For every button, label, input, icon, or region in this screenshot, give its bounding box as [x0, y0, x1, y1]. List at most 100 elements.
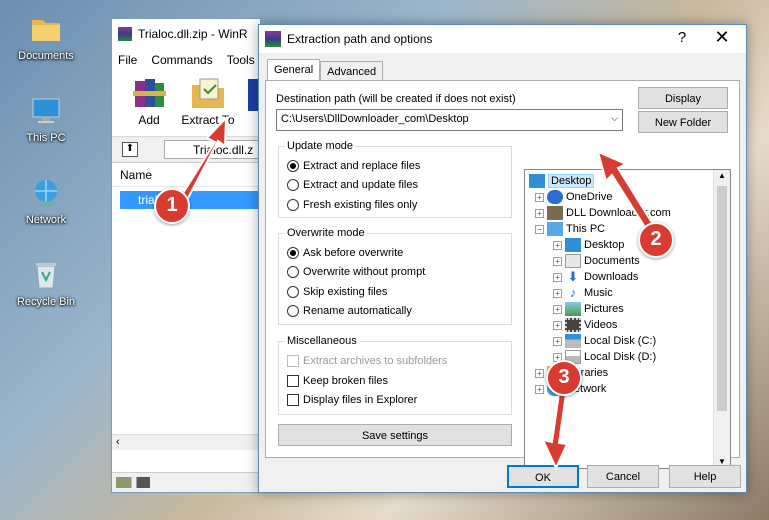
- up-folder-icon[interactable]: ⬆: [122, 142, 138, 157]
- expand-icon[interactable]: +: [535, 208, 544, 218]
- desktop-icon-label: Documents: [18, 50, 74, 62]
- close-icon[interactable]: ✕: [712, 27, 732, 48]
- tree-item-this-pc[interactable]: − This PC: [535, 222, 605, 236]
- desktop-icon-documents[interactable]: Documents: [6, 12, 86, 62]
- radio-extract-replace[interactable]: Extract and replace files: [287, 160, 420, 172]
- add-button[interactable]: Add: [124, 75, 174, 127]
- help-question-icon[interactable]: ?: [672, 29, 692, 46]
- scroll-thumb[interactable]: [717, 186, 727, 411]
- computer-icon: [547, 222, 563, 236]
- new-folder-button[interactable]: New Folder: [638, 111, 728, 133]
- radio-fresh-existing[interactable]: Fresh existing files only: [287, 199, 417, 211]
- desktop-icon-label: This PC: [26, 132, 66, 144]
- tree-item-music[interactable]: + ♪ Music: [553, 286, 613, 300]
- dialog-titlebar[interactable]: Extraction path and options ? ✕: [259, 25, 746, 53]
- winrar-statusbar: [112, 472, 260, 492]
- tree-scrollbar[interactable]: ▲ ▼: [713, 170, 730, 468]
- expand-icon[interactable]: +: [553, 256, 562, 266]
- expand-icon[interactable]: +: [553, 304, 562, 314]
- radio-button[interactable]: [287, 266, 299, 278]
- tree-item-onedrive[interactable]: + OneDrive: [535, 190, 612, 204]
- destination-path-input[interactable]: C:\Users\DllDownloader_com\Desktop ⌵: [276, 109, 623, 131]
- help-button[interactable]: Help: [669, 465, 741, 488]
- radio-rename-auto[interactable]: Rename automatically: [287, 305, 412, 317]
- expand-icon[interactable]: +: [553, 336, 562, 346]
- music-note-icon: ♪: [569, 285, 577, 300]
- folder-tree[interactable]: Desktop + OneDrive + DLL Downloader.com − T…: [524, 169, 731, 469]
- tree-item-pictures[interactable]: + Pictures: [553, 302, 624, 316]
- menu-commands[interactable]: Commands: [151, 53, 212, 67]
- checkbox-keep-broken[interactable]: Keep broken files: [287, 375, 388, 387]
- desktop-icon-this-pc[interactable]: This PC: [6, 94, 86, 144]
- menu-tools[interactable]: Tools: [227, 53, 255, 67]
- radio-skip-existing[interactable]: Skip existing files: [287, 286, 387, 298]
- film-icon: [565, 318, 581, 332]
- tree-label: Documents: [584, 255, 640, 267]
- tree-item-desktop[interactable]: + Desktop: [553, 238, 624, 252]
- overwrite-mode-group: Overwrite mode Ask before overwrite Over…: [278, 227, 512, 325]
- tree-item-downloads[interactable]: + ⬇ Downloads: [553, 270, 638, 284]
- path-field[interactable]: Trialoc.dll.z: [164, 140, 260, 159]
- radio-button[interactable]: [287, 286, 299, 298]
- tab-general[interactable]: General: [267, 59, 321, 81]
- checkbox[interactable]: [287, 375, 299, 387]
- menu-file[interactable]: File: [118, 53, 137, 67]
- desktop-icon: [565, 238, 581, 252]
- save-settings-button[interactable]: Save settings: [278, 424, 512, 446]
- option-label: Skip existing files: [303, 286, 388, 298]
- file-row-selected[interactable]: trial: [120, 191, 260, 209]
- network-icon: [29, 176, 63, 210]
- option-label: Fresh existing files only: [303, 199, 418, 211]
- expand-icon[interactable]: +: [535, 384, 544, 394]
- radio-extract-update[interactable]: Extract and update files: [287, 179, 418, 191]
- tree-item-documents[interactable]: + Documents: [553, 254, 640, 268]
- collapse-icon[interactable]: −: [535, 224, 544, 234]
- desktop-icon-network[interactable]: Network: [6, 176, 86, 226]
- radio-button[interactable]: [287, 199, 299, 211]
- display-button[interactable]: Display: [638, 87, 728, 109]
- radio-button[interactable]: [287, 305, 299, 317]
- winrar-pathbar: ⬆ Trialoc.dll.z: [112, 137, 260, 163]
- tree-item-desktop-root[interactable]: Desktop: [529, 174, 595, 188]
- tree-item-videos[interactable]: + Videos: [553, 318, 617, 332]
- checkbox-display-explorer[interactable]: Display files in Explorer: [287, 394, 417, 406]
- option-label: Keep broken files: [303, 375, 388, 387]
- extract-to-button[interactable]: Extract To: [180, 75, 236, 127]
- scroll-left-icon[interactable]: ‹: [116, 436, 120, 448]
- expand-icon[interactable]: +: [553, 240, 562, 250]
- radio-ask-before[interactable]: Ask before overwrite: [287, 247, 403, 259]
- column-header-name[interactable]: Name: [112, 163, 260, 187]
- tree-item-local-disk-c[interactable]: + Local Disk (C:): [553, 334, 656, 348]
- radio-button[interactable]: [287, 247, 299, 259]
- chevron-down-icon[interactable]: ⌵: [611, 113, 618, 124]
- step-callout-1: 1: [154, 188, 190, 224]
- desktop-icon-recycle-bin[interactable]: Recycle Bin: [6, 258, 86, 308]
- option-label: Ask before overwrite: [303, 247, 404, 259]
- overwrite-mode-title: Overwrite mode: [285, 227, 367, 239]
- expand-icon[interactable]: +: [553, 320, 562, 330]
- drive-icon: [565, 334, 581, 348]
- tree-label: Local Disk (C:): [584, 335, 657, 347]
- misc-group: Miscellaneous Extract archives to subfol…: [278, 335, 512, 415]
- dialog-tabs: General Advanced: [267, 59, 384, 81]
- radio-button[interactable]: [287, 160, 299, 172]
- horizontal-scrollbar[interactable]: ‹: [112, 434, 260, 450]
- extraction-dialog: Extraction path and options ? ✕ General …: [258, 24, 747, 493]
- tree-label: Pictures: [584, 303, 624, 315]
- tab-advanced[interactable]: Advanced: [320, 61, 384, 81]
- ok-button[interactable]: OK: [507, 465, 579, 488]
- cancel-button[interactable]: Cancel: [587, 465, 659, 488]
- folder-icon: [29, 12, 63, 46]
- checkbox[interactable]: [287, 394, 299, 406]
- radio-button[interactable]: [287, 179, 299, 191]
- radio-overwrite-without[interactable]: Overwrite without prompt: [287, 266, 425, 278]
- expand-icon[interactable]: +: [535, 368, 544, 378]
- winrar-titlebar[interactable]: Trialoc.dll.zip - WinR: [112, 19, 260, 49]
- expand-icon[interactable]: +: [535, 192, 544, 202]
- scroll-up-icon[interactable]: ▲: [718, 171, 726, 180]
- expand-icon[interactable]: +: [553, 272, 562, 282]
- tree-label: Videos: [584, 319, 618, 331]
- expand-icon[interactable]: +: [553, 288, 562, 298]
- tree-item-dll-downloader[interactable]: + DLL Downloader.com: [535, 206, 671, 220]
- option-label: Extract and replace files: [303, 160, 421, 172]
